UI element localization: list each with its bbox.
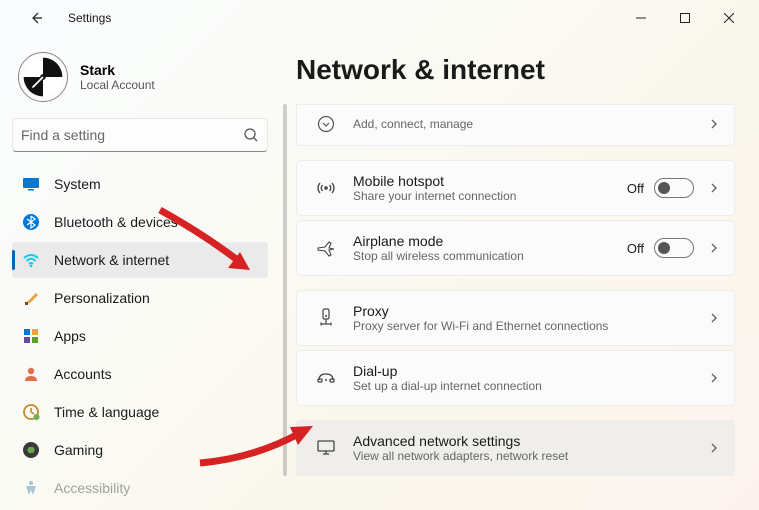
sidebar-item-label: Personalization xyxy=(54,290,150,306)
chevron-right-icon xyxy=(708,242,720,254)
card-vpn[interactable]: Add, connect, manage xyxy=(296,104,735,146)
card-title: Advanced network settings xyxy=(353,433,708,449)
sidebar-item-label: Accounts xyxy=(54,366,112,382)
card-advanced-network[interactable]: Advanced network settings View all netwo… xyxy=(296,420,735,476)
toggle-label: Off xyxy=(627,241,644,256)
wifi-icon xyxy=(22,251,40,269)
clock-icon xyxy=(22,403,40,421)
maximize-button[interactable] xyxy=(663,2,707,34)
titlebar: Settings xyxy=(0,0,759,36)
sidebar-item-network[interactable]: Network & internet xyxy=(12,242,268,278)
apps-icon xyxy=(22,327,40,345)
arrow-left-icon xyxy=(28,10,44,26)
chevron-right-icon xyxy=(708,312,720,324)
profile-text: Stark Local Account xyxy=(80,62,155,92)
sidebar-item-bluetooth[interactable]: Bluetooth & devices xyxy=(12,204,268,240)
minimize-icon xyxy=(636,13,646,23)
airplane-icon xyxy=(311,237,341,259)
proxy-icon xyxy=(311,307,341,329)
sidebar-item-label: Bluetooth & devices xyxy=(54,214,178,230)
sidebar-item-accounts[interactable]: Accounts xyxy=(12,356,268,392)
sidebar: Stark Local Account System Bluetooth & d… xyxy=(0,36,280,510)
card-dialup[interactable]: Dial-up Set up a dial-up internet connec… xyxy=(296,350,735,406)
sidebar-item-label: Time & language xyxy=(54,404,159,420)
sidebar-item-personalization[interactable]: Personalization xyxy=(12,280,268,316)
search-input[interactable] xyxy=(21,127,243,143)
chevron-right-icon xyxy=(708,372,720,384)
toggle-label: Off xyxy=(627,181,644,196)
monitor-icon xyxy=(311,437,341,459)
card-title: Dial-up xyxy=(353,363,708,379)
card-airplane-mode[interactable]: Airplane mode Stop all wireless communic… xyxy=(296,220,735,276)
content: Stark Local Account System Bluetooth & d… xyxy=(0,36,759,510)
accounts-icon xyxy=(22,365,40,383)
card-sub: View all network adapters, network reset xyxy=(353,449,708,463)
chevron-right-icon xyxy=(708,182,720,194)
card-sub: Stop all wireless communication xyxy=(353,249,627,263)
bluetooth-icon xyxy=(22,213,40,231)
card-sub: Proxy server for Wi-Fi and Ethernet conn… xyxy=(353,319,708,333)
chevron-right-icon xyxy=(708,442,720,454)
cards: Add, connect, manage Mobile hotspot Shar… xyxy=(296,104,735,476)
avatar-icon xyxy=(21,55,65,99)
minimize-button[interactable] xyxy=(619,2,663,34)
scrollbar[interactable] xyxy=(283,104,287,476)
accessibility-icon xyxy=(22,479,40,497)
sidebar-item-label: Network & internet xyxy=(54,252,169,268)
sidebar-item-apps[interactable]: Apps xyxy=(12,318,268,354)
search-box[interactable] xyxy=(12,118,268,152)
card-mobile-hotspot[interactable]: Mobile hotspot Share your internet conne… xyxy=(296,160,735,216)
sidebar-item-system[interactable]: System xyxy=(12,166,268,202)
card-sub: Set up a dial-up internet connection xyxy=(353,379,708,393)
profile-name: Stark xyxy=(80,62,155,78)
card-title: Airplane mode xyxy=(353,233,627,249)
hotspot-toggle[interactable] xyxy=(654,178,694,198)
chevron-right-icon xyxy=(708,118,720,130)
system-icon xyxy=(22,175,40,193)
window-controls xyxy=(619,2,751,34)
sidebar-item-label: System xyxy=(54,176,101,192)
card-title: Mobile hotspot xyxy=(353,173,627,189)
card-title: Proxy xyxy=(353,303,708,319)
window-title: Settings xyxy=(68,11,111,25)
dialup-icon xyxy=(311,367,341,389)
card-proxy[interactable]: Proxy Proxy server for Wi-Fi and Etherne… xyxy=(296,290,735,346)
close-icon xyxy=(724,13,734,23)
search-icon xyxy=(243,127,259,143)
sidebar-item-time[interactable]: Time & language xyxy=(12,394,268,430)
main: Network & internet Add, connect, manage … xyxy=(280,36,759,510)
gaming-icon xyxy=(22,441,40,459)
profile-sub: Local Account xyxy=(80,78,155,92)
card-sub: Add, connect, manage xyxy=(353,117,708,131)
maximize-icon xyxy=(680,13,690,23)
sidebar-item-accessibility[interactable]: Accessibility xyxy=(12,470,268,506)
sidebar-item-label: Apps xyxy=(54,328,86,344)
brush-icon xyxy=(22,289,40,307)
avatar xyxy=(18,52,68,102)
sidebar-item-label: Accessibility xyxy=(54,480,130,496)
close-button[interactable] xyxy=(707,2,751,34)
profile[interactable]: Stark Local Account xyxy=(12,48,268,118)
card-sub: Share your internet connection xyxy=(353,189,627,203)
nav: System Bluetooth & devices Network & int… xyxy=(12,166,268,510)
chevron-down-icon xyxy=(311,113,341,135)
back-button[interactable] xyxy=(20,2,52,34)
sidebar-item-label: Gaming xyxy=(54,442,103,458)
hotspot-icon xyxy=(311,177,341,199)
airplane-toggle[interactable] xyxy=(654,238,694,258)
sidebar-item-gaming[interactable]: Gaming xyxy=(12,432,268,468)
page-title: Network & internet xyxy=(296,54,735,86)
